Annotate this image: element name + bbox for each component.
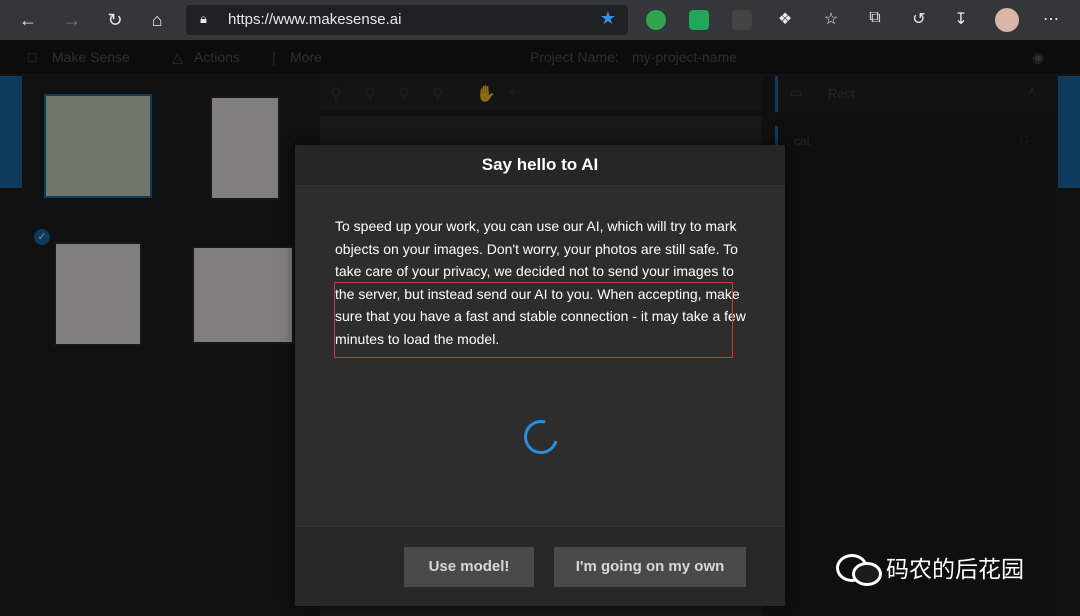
extensions-puzzle-icon[interactable]: ❖ xyxy=(774,9,796,29)
browser-toolbar: ← → ↻ ⌂ 🔒︎ https://www.makesense.ai ★ ❖ … xyxy=(0,0,1080,40)
reload-icon[interactable]: ↻ xyxy=(103,8,127,32)
extension-doc-icon[interactable] xyxy=(689,10,709,30)
back-icon[interactable]: ← xyxy=(16,8,40,32)
ai-popup: Say hello to AI To speed up your work, y… xyxy=(295,145,785,606)
history-icon[interactable]: ↺ xyxy=(908,9,930,29)
profile-avatar[interactable] xyxy=(995,8,1019,32)
popup-footer: Use model! I'm going on my own xyxy=(295,526,785,606)
extension-gray-icon[interactable] xyxy=(732,10,752,30)
forward-icon[interactable]: → xyxy=(60,8,84,32)
highlight-box xyxy=(334,282,733,358)
extension-green-icon[interactable] xyxy=(646,10,666,30)
lock-icon: 🔒︎ xyxy=(200,11,207,26)
wechat-icon xyxy=(836,552,882,586)
download-icon[interactable]: ↧ xyxy=(950,9,972,29)
home-icon[interactable]: ⌂ xyxy=(145,8,169,32)
url-text: https://www.makesense.ai xyxy=(228,11,402,28)
loading-spinner-icon xyxy=(517,413,565,461)
go-on-my-own-button[interactable]: I'm going on my own xyxy=(554,547,746,587)
favorite-star-icon[interactable]: ★ xyxy=(600,8,616,29)
favorites-icon[interactable]: ☆ xyxy=(820,9,842,29)
watermark-text: 码农的后花园 xyxy=(886,556,1024,582)
popup-title: Say hello to AI xyxy=(481,155,599,174)
popup-header: Say hello to AI xyxy=(295,145,785,186)
watermark: 码农的后花园 xyxy=(836,550,1024,586)
address-bar[interactable]: 🔒︎ https://www.makesense.ai ★ xyxy=(186,5,628,35)
use-model-button[interactable]: Use model! xyxy=(404,547,534,587)
collections-icon[interactable]: ⧉ xyxy=(864,9,886,27)
more-menu-icon[interactable]: ⋯ xyxy=(1040,9,1062,29)
